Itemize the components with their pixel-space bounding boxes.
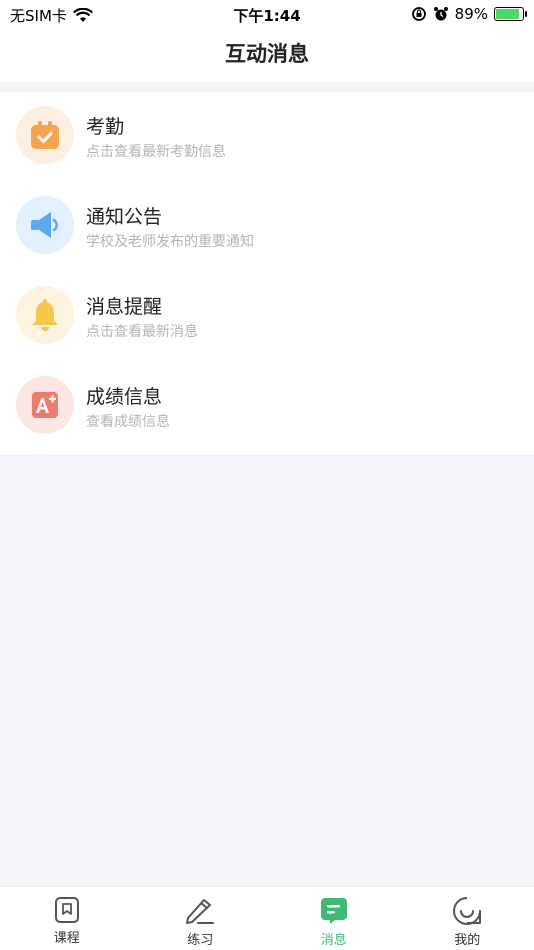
- tab-profile[interactable]: 我的: [401, 887, 534, 950]
- page-title: 互动消息: [225, 42, 309, 66]
- battery-percent: 89%: [454, 5, 488, 23]
- tab-label: 课程: [53, 931, 80, 946]
- tab-label: 练习: [187, 933, 214, 948]
- item-title: 考勤: [86, 116, 125, 138]
- list-item-reminder[interactable]: 消息提醒 点击查看最新消息: [0, 272, 534, 362]
- battery-icon: [494, 7, 527, 21]
- item-subtitle: 点击查看最新消息: [86, 324, 198, 340]
- tab-messages[interactable]: 消息: [267, 887, 401, 950]
- list-item-grades[interactable]: 成绩信息 查看成绩信息: [0, 362, 534, 452]
- tab-label: 消息: [320, 933, 347, 948]
- item-title: 消息提醒: [86, 296, 163, 318]
- list-item-notice[interactable]: 通知公告 学校及老师发布的重要通知: [0, 182, 534, 272]
- status-right: 89%: [411, 5, 527, 23]
- item-subtitle: 查看成绩信息: [86, 414, 170, 430]
- calendar-icon: [16, 106, 74, 164]
- item-subtitle: 学校及老师发布的重要通知: [86, 234, 254, 250]
- bell-icon: [16, 286, 74, 344]
- tab-bar: 课程 练习 消息 我的: [0, 886, 534, 950]
- megaphone-icon: [16, 196, 74, 254]
- tab-courses[interactable]: 课程: [0, 887, 134, 950]
- tab-practice[interactable]: 练习: [134, 887, 268, 950]
- smile-icon: [453, 897, 482, 925]
- item-title: 通知公告: [86, 206, 163, 228]
- rotation-lock-icon: [411, 7, 426, 21]
- grade-a-plus-icon: [16, 376, 74, 434]
- bookmark-icon: [54, 897, 79, 923]
- pencil-icon: [186, 899, 215, 924]
- item-subtitle: 点击查看最新考勤信息: [86, 144, 226, 160]
- list-item-attendance[interactable]: 考勤 点击查看最新考勤信息: [0, 92, 534, 182]
- alarm-icon: [433, 7, 448, 21]
- status-bar: 无SIM卡 下午1:44 89%: [0, 0, 534, 28]
- item-title: 成绩信息: [86, 386, 163, 408]
- tab-label: 我的: [454, 933, 481, 948]
- message-icon: [320, 898, 347, 924]
- nav-bar: 互动消息: [0, 28, 534, 82]
- message-category-list: 考勤 点击查看最新考勤信息 通知公告 学校及老师发布的重要通知 消息提醒 点击查…: [0, 92, 534, 454]
